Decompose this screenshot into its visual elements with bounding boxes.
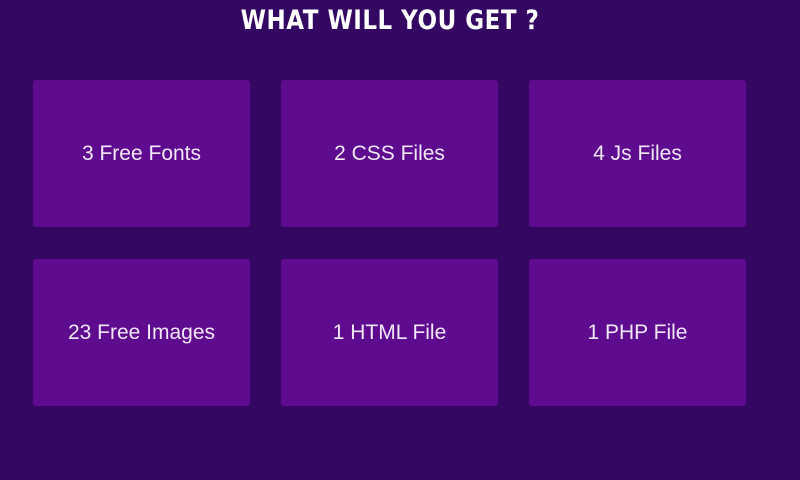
feature-card-php[interactable]: 1 PHP File <box>529 259 746 406</box>
feature-card-fonts[interactable]: 3 Free Fonts <box>33 80 250 227</box>
feature-card-label: 1 PHP File <box>587 320 688 344</box>
features-grid: 3 Free Fonts 2 CSS Files 4 Js Files 23 F… <box>33 80 746 406</box>
feature-card-js[interactable]: 4 Js Files <box>529 80 746 227</box>
section-title: WHAT WILL YOU GET ? <box>240 6 540 36</box>
feature-card-html[interactable]: 1 HTML File <box>281 259 498 406</box>
feature-card-label: 3 Free Fonts <box>81 141 202 165</box>
feature-card-css[interactable]: 2 CSS Files <box>281 80 498 227</box>
feature-card-images[interactable]: 23 Free Images <box>33 259 250 406</box>
feature-card-label: 4 Js Files <box>593 141 682 165</box>
feature-card-label: 2 CSS Files <box>334 141 445 165</box>
feature-card-label: 23 Free Images <box>67 320 216 344</box>
feature-card-label: 1 HTML File <box>332 320 447 344</box>
page: WHAT WILL YOU GET ? 3 Free Fonts 2 CSS F… <box>0 0 800 480</box>
